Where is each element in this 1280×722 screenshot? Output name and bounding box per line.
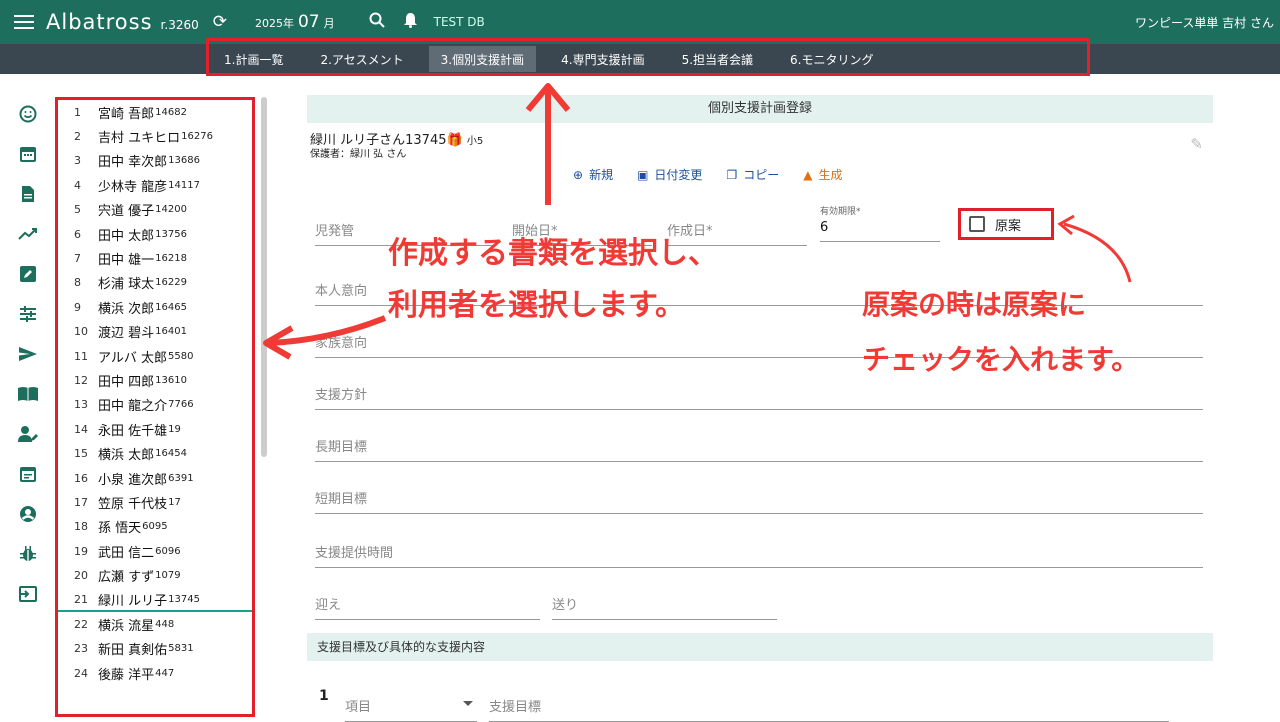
annotation-right-line2: チェックを入れます。 — [862, 343, 1140, 376]
annotation-right-line1: 原案の時は原案に — [862, 288, 1087, 321]
annotation-left-line1: 作成する書類を選択し、 — [388, 236, 718, 271]
annotation-left-line2: 利用者を選択します。 — [388, 288, 685, 323]
arrow-to-draft — [1063, 222, 1132, 283]
